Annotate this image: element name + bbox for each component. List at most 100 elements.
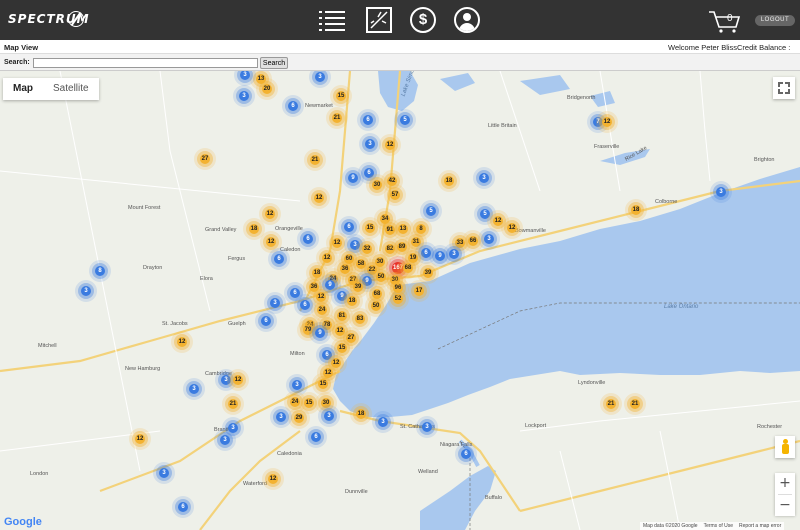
cluster-marker[interactable]: 5 <box>426 206 436 216</box>
cluster-marker[interactable]: 66 <box>468 236 478 246</box>
cluster-marker[interactable]: 12 <box>493 216 503 226</box>
cluster-marker[interactable]: 6 <box>364 168 374 178</box>
cluster-marker[interactable]: 68 <box>403 263 413 273</box>
cluster-marker[interactable]: 33 <box>455 238 465 248</box>
cluster-marker[interactable]: 9 <box>337 291 347 301</box>
cluster-marker[interactable]: 3 <box>324 411 334 421</box>
cluster-marker[interactable]: 3 <box>449 249 459 259</box>
cluster-marker[interactable]: 3 <box>484 234 494 244</box>
cluster-marker[interactable]: 6 <box>322 350 332 360</box>
cluster-marker[interactable]: 57 <box>390 190 400 200</box>
cluster-marker[interactable]: 91 <box>385 225 395 235</box>
cluster-marker[interactable]: 3 <box>422 422 432 432</box>
cluster-marker[interactable]: 3 <box>189 384 199 394</box>
cluster-marker[interactable]: 3 <box>159 468 169 478</box>
cluster-marker[interactable]: 50 <box>376 272 386 282</box>
map-type-satellite-button[interactable]: Satellite <box>43 78 99 100</box>
cluster-marker[interactable]: 81 <box>337 311 347 321</box>
search-button[interactable]: Search <box>260 57 288 69</box>
cluster-marker[interactable]: 9 <box>325 280 335 290</box>
cluster-marker[interactable]: 6 <box>461 449 471 459</box>
cluster-marker[interactable]: 3 <box>365 139 375 149</box>
cluster-marker[interactable]: 39 <box>353 282 363 292</box>
cluster-marker[interactable]: 6 <box>300 300 310 310</box>
cluster-marker[interactable]: 30 <box>375 257 385 267</box>
cluster-marker[interactable]: 18 <box>249 224 259 234</box>
cluster-marker[interactable]: 3 <box>378 417 388 427</box>
cluster-marker[interactable]: 6 <box>274 254 284 264</box>
cluster-marker[interactable]: 22 <box>367 265 377 275</box>
cluster-marker[interactable]: 36 <box>340 264 350 274</box>
user-profile-icon[interactable] <box>454 7 480 33</box>
cluster-marker[interactable]: 3 <box>228 423 238 433</box>
cluster-marker[interactable]: 9 <box>435 251 445 261</box>
cluster-marker[interactable]: 3 <box>220 435 230 445</box>
cluster-marker[interactable]: 12 <box>314 193 324 203</box>
cluster-marker[interactable]: 3 <box>81 286 91 296</box>
shopping-cart-icon[interactable] <box>708 10 744 34</box>
cluster-marker[interactable]: 39 <box>423 268 433 278</box>
cluster-marker[interactable]: 27 <box>200 154 210 164</box>
fullscreen-button[interactable] <box>773 77 795 99</box>
cluster-marker[interactable]: 18 <box>312 268 322 278</box>
cluster-marker[interactable]: 12 <box>268 474 278 484</box>
cluster-marker[interactable]: 96 <box>393 283 403 293</box>
cluster-marker[interactable]: 42 <box>387 176 397 186</box>
zoom-in-button[interactable]: + <box>775 473 795 494</box>
cluster-marker[interactable]: 9 <box>348 173 358 183</box>
cluster-marker[interactable]: 24 <box>290 397 300 407</box>
cluster-marker[interactable]: 60 <box>344 254 354 264</box>
cluster-marker[interactable]: 12 <box>332 238 342 248</box>
cluster-marker[interactable]: 12 <box>177 337 187 347</box>
cluster-marker[interactable]: 21 <box>630 399 640 409</box>
cluster-marker[interactable]: 12 <box>135 434 145 444</box>
cluster-marker[interactable]: 6 <box>288 101 298 111</box>
cluster-marker[interactable]: 15 <box>318 379 328 389</box>
cluster-marker[interactable]: 79 <box>303 325 313 335</box>
cluster-marker[interactable]: 12 <box>507 223 517 233</box>
cluster-marker[interactable]: 13 <box>398 224 408 234</box>
cluster-marker[interactable]: 19 <box>408 253 418 263</box>
cluster-marker[interactable]: 3 <box>239 91 249 101</box>
cluster-marker[interactable]: 12 <box>233 375 243 385</box>
cluster-marker[interactable]: 18 <box>356 409 366 419</box>
cluster-marker[interactable]: 18 <box>444 176 454 186</box>
cluster-marker[interactable]: 31 <box>411 237 421 247</box>
cluster-marker[interactable]: 3 <box>716 187 726 197</box>
cluster-marker[interactable]: 3 <box>270 298 280 308</box>
cluster-marker[interactable]: 20 <box>262 84 272 94</box>
cluster-marker[interactable]: 34 <box>380 214 390 224</box>
cluster-marker[interactable]: 82 <box>385 244 395 254</box>
cluster-marker[interactable]: 18 <box>631 205 641 215</box>
cluster-marker[interactable]: 6 <box>363 115 373 125</box>
cluster-marker[interactable]: 18 <box>347 296 357 306</box>
cluster-marker[interactable]: 6 <box>261 316 271 326</box>
cluster-marker[interactable]: 21 <box>606 399 616 409</box>
cluster-marker[interactable]: 21 <box>310 155 320 165</box>
map-type-map-button[interactable]: Map <box>3 78 43 100</box>
list-view-icon[interactable] <box>319 7 345 33</box>
cluster-marker[interactable]: 3 <box>479 173 489 183</box>
logout-button[interactable]: LOGOUT <box>755 15 795 26</box>
billing-dollar-icon[interactable]: $ <box>410 7 436 33</box>
cluster-marker[interactable]: 3 <box>276 412 286 422</box>
map-view-icon[interactable] <box>366 7 392 33</box>
cluster-marker[interactable]: 21 <box>228 399 238 409</box>
cluster-marker[interactable]: 13 <box>256 74 266 84</box>
cluster-marker[interactable]: 9 <box>362 276 372 286</box>
cluster-marker[interactable]: 12 <box>331 358 341 368</box>
cluster-marker[interactable]: 12 <box>322 253 332 263</box>
cluster-marker[interactable]: 36 <box>309 282 319 292</box>
cluster-marker[interactable]: 12 <box>602 117 612 127</box>
cluster-marker[interactable]: 12 <box>323 368 333 378</box>
cluster-marker[interactable]: 3 <box>221 375 231 385</box>
cluster-marker[interactable]: 5 <box>400 115 410 125</box>
cluster-marker[interactable]: 6 <box>178 502 188 512</box>
cluster-marker[interactable]: 68 <box>372 289 382 299</box>
cluster-marker[interactable]: 50 <box>371 301 381 311</box>
cluster-marker[interactable]: 30 <box>321 398 331 408</box>
cluster-marker[interactable]: 6 <box>344 222 354 232</box>
cluster-marker[interactable]: 6 <box>311 432 321 442</box>
cluster-marker[interactable]: 27 <box>346 333 356 343</box>
cluster-marker[interactable]: 3 <box>350 240 360 250</box>
